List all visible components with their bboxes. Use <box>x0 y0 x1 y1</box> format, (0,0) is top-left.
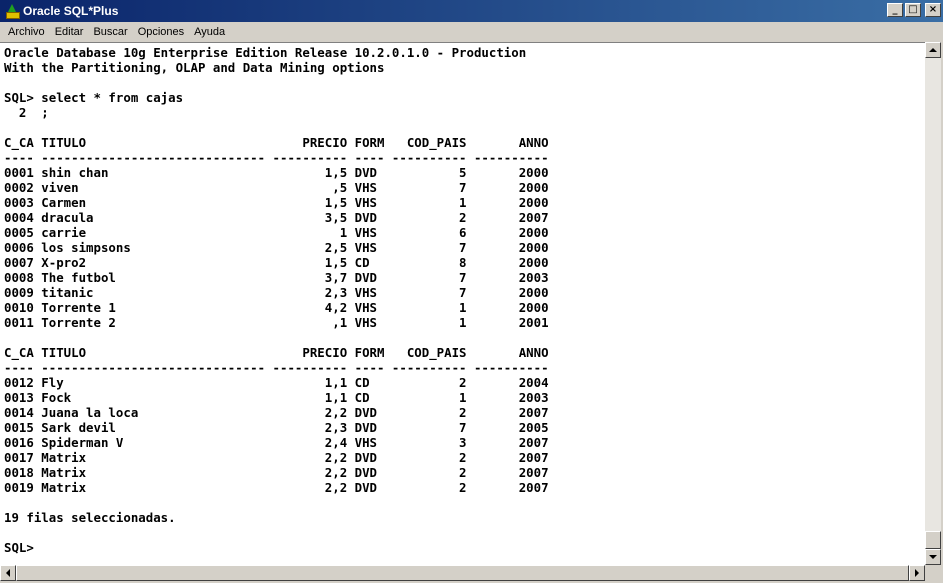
console-line: C_CA TITULO PRECIO FORM COD_PAIS ANNO <box>4 345 549 360</box>
menu-editar[interactable]: Editar <box>50 26 89 38</box>
window-title: Oracle SQL*Plus <box>23 4 119 18</box>
console-line: 0012 Fly 1,1 CD 2 2004 <box>4 375 549 390</box>
menu-archivo[interactable]: Archivo <box>3 26 50 38</box>
console-output[interactable]: Oracle Database 10g Enterprise Edition R… <box>0 42 925 565</box>
console-line: SQL> select * from cajas <box>4 90 184 105</box>
maximize-button[interactable]: □ <box>905 3 921 17</box>
vertical-scrollbar[interactable] <box>925 42 941 565</box>
console-line: 0009 titanic 2,3 VHS 7 2000 <box>4 285 549 300</box>
arrow-up-icon <box>929 48 937 52</box>
horizontal-scrollbar[interactable] <box>0 565 925 581</box>
console-text: Oracle Database 10g Enterprise Edition R… <box>0 43 925 555</box>
console-line: 0010 Torrente 1 4,2 VHS 1 2000 <box>4 300 549 315</box>
console-line: ---- ------------------------------ ----… <box>4 360 549 375</box>
console-line: 0001 shin chan 1,5 DVD 5 2000 <box>4 165 549 180</box>
arrow-down-icon <box>929 555 937 559</box>
menu-opciones[interactable]: Opciones <box>133 26 189 38</box>
console-line: 0011 Torrente 2 ,1 VHS 1 2001 <box>4 315 549 330</box>
minimize-button[interactable]: _ <box>887 3 903 17</box>
title-bar[interactable]: Oracle SQL*Plus _ □ × <box>0 0 943 22</box>
arrow-left-icon <box>6 569 10 577</box>
arrow-right-icon <box>915 569 919 577</box>
menu-bar: Archivo Editar Buscar Opciones Ayuda <box>0 22 943 42</box>
sqlplus-app-icon <box>5 4 20 19</box>
console-line: Oracle Database 10g Enterprise Edition R… <box>4 45 527 60</box>
scrollbar-corner <box>925 565 941 581</box>
console-line: 0013 Fock 1,1 CD 1 2003 <box>4 390 549 405</box>
console-line: 2 ; <box>4 105 49 120</box>
console-line: 0003 Carmen 1,5 VHS 1 2000 <box>4 195 549 210</box>
vertical-scroll-thumb[interactable] <box>925 531 941 549</box>
console-line: 0018 Matrix 2,2 DVD 2 2007 <box>4 465 549 480</box>
scroll-left-button[interactable] <box>0 565 16 581</box>
menu-ayuda[interactable]: Ayuda <box>189 26 230 38</box>
scroll-down-button[interactable] <box>925 549 941 565</box>
console-line: With the Partitioning, OLAP and Data Min… <box>4 60 385 75</box>
console-line: 0015 Sark devil 2,3 DVD 7 2005 <box>4 420 549 435</box>
scroll-right-button[interactable] <box>909 565 925 581</box>
window-controls: _ □ × <box>887 3 941 17</box>
horizontal-scroll-thumb[interactable] <box>16 565 909 581</box>
console-line: 0019 Matrix 2,2 DVD 2 2007 <box>4 480 549 495</box>
scroll-up-button[interactable] <box>925 42 941 58</box>
console-line: 0016 Spiderman V 2,4 VHS 3 2007 <box>4 435 549 450</box>
console-line: 19 filas seleccionadas. <box>4 510 176 525</box>
console-line: SQL> <box>4 540 34 555</box>
console-line: 0006 los simpsons 2,5 VHS 7 2000 <box>4 240 549 255</box>
console-line: 0002 viven ,5 VHS 7 2000 <box>4 180 549 195</box>
console-line: 0004 dracula 3,5 DVD 2 2007 <box>4 210 549 225</box>
console-line: 0005 carrie 1 VHS 6 2000 <box>4 225 549 240</box>
console-line: ---- ------------------------------ ----… <box>4 150 549 165</box>
menu-buscar[interactable]: Buscar <box>88 26 132 38</box>
console-line: 0007 X-pro2 1,5 CD 8 2000 <box>4 255 549 270</box>
console-line: 0017 Matrix 2,2 DVD 2 2007 <box>4 450 549 465</box>
console-line: C_CA TITULO PRECIO FORM COD_PAIS ANNO <box>4 135 549 150</box>
close-button[interactable]: × <box>925 3 941 17</box>
console-line: 0014 Juana la loca 2,2 DVD 2 2007 <box>4 405 549 420</box>
console-line: 0008 The futbol 3,7 DVD 7 2003 <box>4 270 549 285</box>
